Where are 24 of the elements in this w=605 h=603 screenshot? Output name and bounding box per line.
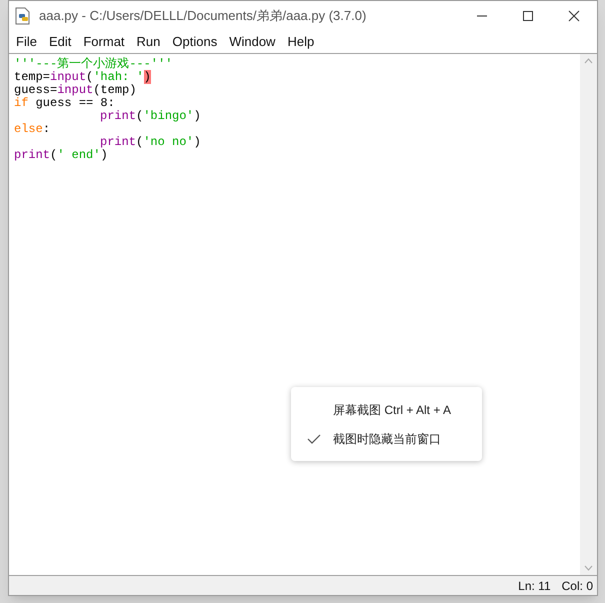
code-line: guess=input(temp) bbox=[14, 84, 136, 97]
code-line: '''---第一个小游戏---''' bbox=[14, 58, 172, 71]
code-line: print('bingo') bbox=[100, 110, 201, 123]
column-status: Col: 0 bbox=[562, 578, 593, 594]
menu-option[interactable]: 截图时隐藏当前窗口 bbox=[291, 425, 482, 452]
menu-item[interactable]: Help bbox=[282, 32, 320, 52]
menu-item[interactable]: Edit bbox=[44, 32, 76, 52]
menu-item[interactable]: Format bbox=[78, 32, 130, 52]
menu-item[interactable]: Run bbox=[132, 32, 166, 52]
python-file-icon bbox=[15, 7, 31, 25]
menu-item[interactable]: File bbox=[11, 32, 42, 52]
menu-option[interactable]: 屏幕截图 Ctrl + Alt + A bbox=[291, 396, 482, 423]
menu-item[interactable]: Window bbox=[224, 32, 280, 52]
code-line: print('no no') bbox=[100, 136, 201, 149]
scroll-down-icon[interactable] bbox=[584, 565, 593, 571]
scrollbar[interactable] bbox=[580, 54, 597, 575]
code-line: temp=input('hah: ') bbox=[14, 71, 151, 84]
line-number-status: Ln: 11 bbox=[518, 578, 551, 594]
code-line: if guess == 8: bbox=[14, 97, 115, 110]
menu-item[interactable]: Options bbox=[167, 32, 222, 52]
window-title: aaa.py - C:/Users/DELLL/Documents/弟弟/aaa.py (3.7.0) bbox=[39, 7, 366, 26]
scroll-up-icon[interactable] bbox=[584, 58, 593, 64]
code-line: print(' end') bbox=[14, 149, 108, 162]
code-line: else: bbox=[14, 123, 50, 136]
